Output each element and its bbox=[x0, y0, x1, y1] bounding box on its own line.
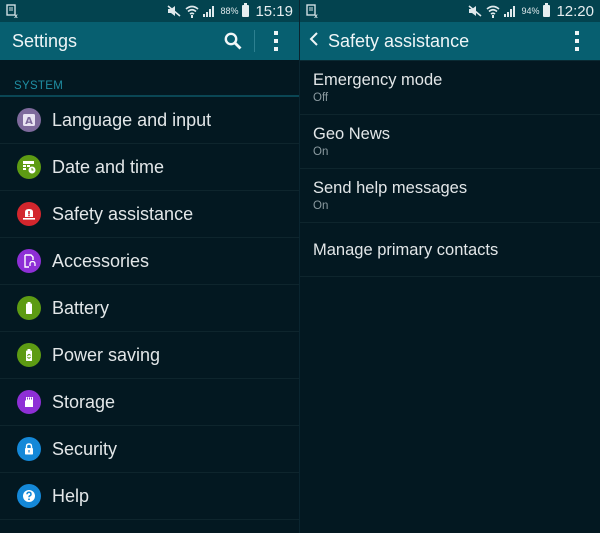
more-options-button[interactable] bbox=[263, 26, 289, 56]
settings-item-security[interactable]: Security bbox=[0, 426, 299, 473]
more-vert-icon bbox=[274, 31, 278, 51]
calendar-clock-icon bbox=[17, 155, 41, 179]
more-options-button[interactable] bbox=[564, 26, 590, 56]
power-saving-icon bbox=[17, 343, 41, 367]
search-icon bbox=[224, 32, 242, 50]
settings-item-accessories[interactable]: Accessories bbox=[0, 238, 299, 285]
more-vert-icon bbox=[575, 31, 579, 51]
option-title: Geo News bbox=[313, 125, 391, 143]
svg-text:x: x bbox=[14, 13, 18, 18]
siren-icon bbox=[17, 202, 41, 226]
item-label: Help bbox=[52, 485, 90, 506]
clock: 12:20 bbox=[556, 2, 594, 20]
wifi-icon bbox=[486, 5, 500, 18]
settings-item-date-and-time[interactable]: Date and time bbox=[0, 144, 299, 191]
svg-text:A: A bbox=[25, 116, 33, 127]
mute-icon bbox=[468, 5, 482, 17]
signal-icon bbox=[504, 5, 517, 17]
settings-screen: x 88% 15:19 Settings SYSTEM A Language a… bbox=[0, 0, 300, 533]
settings-list: A Language and input Date and time Safet… bbox=[0, 97, 299, 520]
option-status: On bbox=[313, 146, 329, 158]
item-label: Security bbox=[52, 438, 118, 459]
item-label: Battery bbox=[52, 297, 110, 318]
accessories-icon bbox=[17, 249, 41, 273]
item-label: Storage bbox=[52, 391, 116, 412]
action-bar: Settings bbox=[0, 22, 299, 60]
search-button[interactable] bbox=[220, 26, 246, 56]
settings-item-language-and-input[interactable]: A Language and input bbox=[0, 97, 299, 144]
option-send-help-messages[interactable]: Send help messages On bbox=[300, 169, 600, 223]
option-title: Manage primary contacts bbox=[313, 240, 499, 259]
item-label: Safety assistance bbox=[52, 203, 194, 224]
settings-item-battery[interactable]: Battery bbox=[0, 285, 299, 332]
settings-item-power-saving[interactable]: Power saving bbox=[0, 332, 299, 379]
item-label: Accessories bbox=[52, 250, 150, 271]
sd-card-icon bbox=[17, 390, 41, 414]
battery-percent: 88% bbox=[220, 6, 239, 16]
item-label: Power saving bbox=[52, 344, 161, 365]
back-button[interactable] bbox=[308, 30, 320, 53]
option-status: Off bbox=[313, 92, 329, 104]
wifi-icon bbox=[185, 5, 199, 18]
option-title: Emergency mode bbox=[313, 71, 443, 89]
settings-item-storage[interactable]: Storage bbox=[0, 379, 299, 426]
safety-assistance-screen: x 94% 12:20 Safety assistance Emergency … bbox=[300, 0, 600, 533]
action-bar: Safety assistance bbox=[300, 22, 600, 60]
option-emergency-mode[interactable]: Emergency mode Off bbox=[300, 61, 600, 115]
page-title: Safety assistance bbox=[328, 30, 470, 51]
item-label: Date and time bbox=[52, 156, 165, 177]
option-status: On bbox=[313, 200, 329, 212]
safety-options-list: Emergency mode Off Geo News On Send help… bbox=[300, 60, 600, 277]
lock-icon bbox=[17, 437, 41, 461]
page-title: Settings bbox=[12, 30, 78, 51]
screenshot-notification-icon: x bbox=[6, 4, 20, 18]
option-geo-news[interactable]: Geo News On bbox=[300, 115, 600, 169]
item-label: Language and input bbox=[52, 109, 212, 130]
settings-item-safety-assistance[interactable]: Safety assistance bbox=[0, 191, 299, 238]
svg-text:x: x bbox=[314, 13, 318, 18]
help-icon bbox=[17, 484, 41, 508]
action-divider bbox=[254, 30, 255, 52]
status-bar: x 94% 12:20 bbox=[300, 0, 600, 22]
back-chevron-icon bbox=[309, 31, 318, 46]
clock: 15:19 bbox=[255, 2, 293, 20]
battery-icon bbox=[543, 3, 551, 17]
section-header-system: SYSTEM bbox=[0, 60, 299, 97]
screenshot-notification-icon: x bbox=[306, 4, 320, 18]
status-bar: x 88% 15:19 bbox=[0, 0, 299, 22]
option-title: Send help messages bbox=[313, 179, 468, 197]
option-manage-primary-contacts[interactable]: Manage primary contacts bbox=[300, 223, 600, 277]
settings-item-help[interactable]: Help bbox=[0, 473, 299, 520]
battery-percent: 94% bbox=[521, 6, 540, 16]
battery-icon bbox=[17, 296, 41, 320]
mute-icon bbox=[167, 5, 181, 17]
signal-icon bbox=[203, 5, 216, 17]
battery-icon bbox=[242, 3, 250, 17]
language-icon: A bbox=[17, 108, 41, 132]
